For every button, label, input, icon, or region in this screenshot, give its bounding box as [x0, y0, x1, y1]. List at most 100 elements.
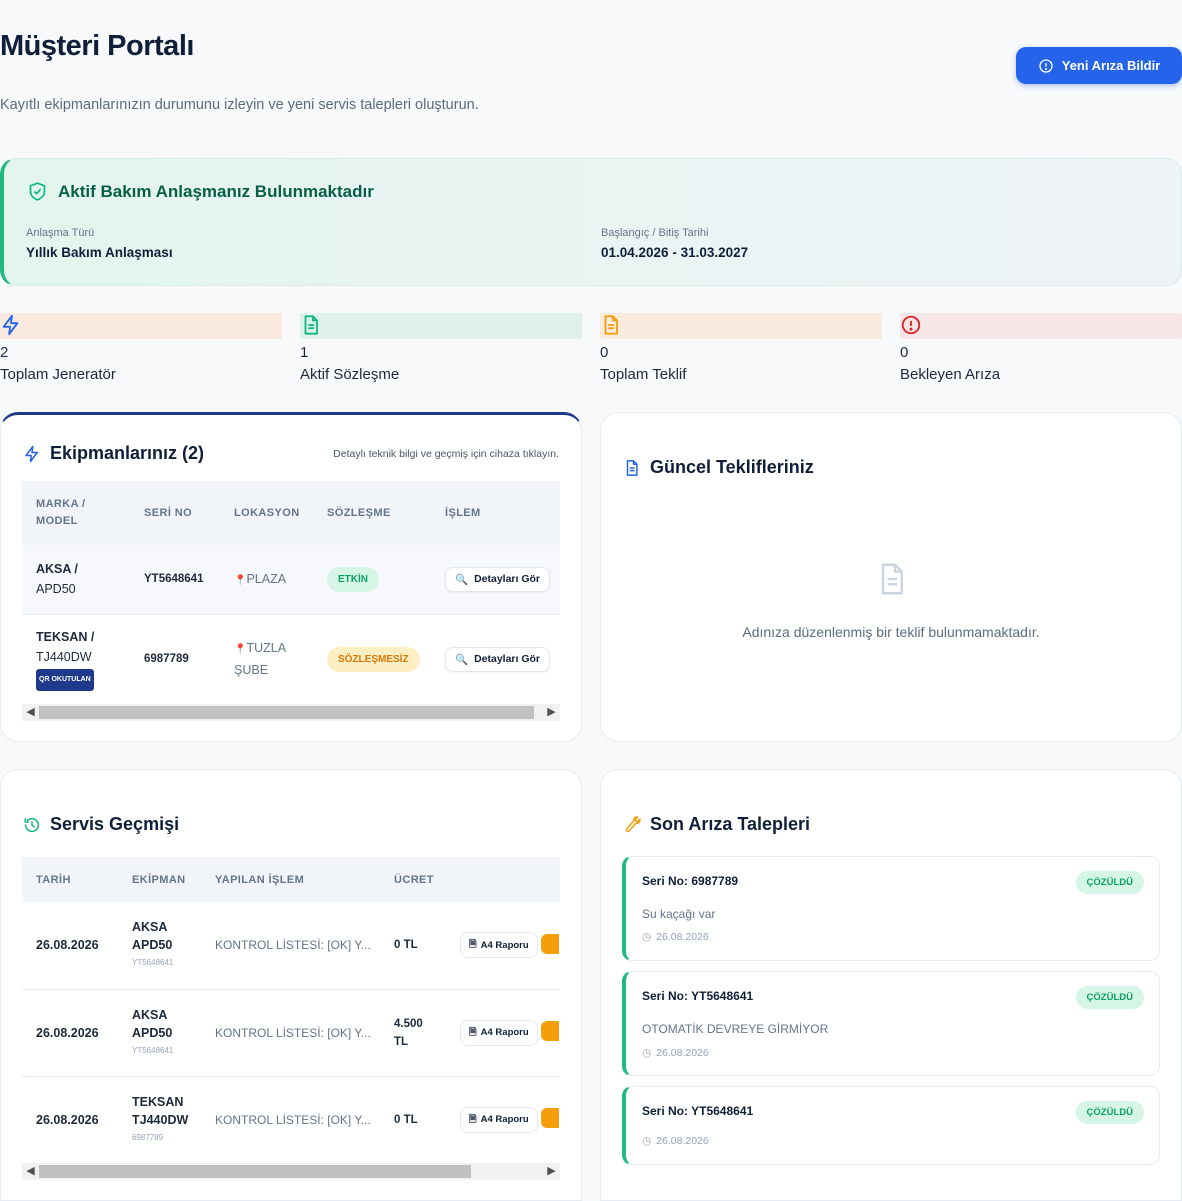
status-badge: SÖZLEŞMESİZ	[327, 646, 420, 672]
brand: TEKSAN	[132, 1094, 184, 1109]
stat-bar	[0, 313, 282, 339]
scroll-right-icon[interactable]: ▶	[543, 1163, 560, 1180]
horizontal-scrollbar[interactable]: ◀ ▶	[22, 1163, 560, 1180]
serial: YT5648641	[132, 1045, 174, 1055]
equipment-cell: AKSA APD50 YT5648641	[118, 902, 201, 989]
scroll-left-icon[interactable]: ◀	[22, 1163, 39, 1180]
table-header-row: TARİH EKİPMAN YAPILAN İŞLEM ÜCRET	[22, 857, 560, 902]
brand-model-cell: TEKSAN / TJ440DW QR OKUTULAN	[22, 614, 130, 704]
column-header: SÖZLEŞME	[327, 507, 391, 519]
model: APD50	[36, 582, 76, 597]
bolt-icon	[2, 314, 19, 336]
contract-cell: SÖZLEŞMESİZ	[313, 614, 431, 704]
table-row[interactable]: TEKSAN / TJ440DW QR OKUTULAN 6987789 📍TU…	[22, 614, 560, 704]
fault-item[interactable]: Seri No: YT5648641 ÇÖZÜLDÜ OTOMATİK DEVR…	[622, 971, 1160, 1076]
service-history-title: Servis Geçmişi	[50, 814, 180, 834]
fault-requests-title: Son Arıza Talepleri	[650, 814, 811, 834]
date-cell: 26.08.2026	[36, 938, 99, 953]
horizontal-scrollbar[interactable]: ◀ ▶	[22, 704, 560, 721]
service-table-wrapper: TARİH EKİPMAN YAPILAN İŞLEM ÜCRET 26.08.…	[22, 857, 560, 1163]
fault-requests-heading: Son Arıza Talepleri	[623, 814, 810, 835]
scroll-right-icon[interactable]: ▶	[543, 704, 560, 721]
stat-value: 0	[900, 344, 909, 361]
a4-report-button[interactable]: 🗎 A4 Raporu	[460, 1106, 538, 1133]
stat-label: Bekleyen Arıza	[900, 366, 1001, 383]
report-cell: 🗎 A4 Raporu	[446, 989, 560, 1076]
serial: YT5648641	[132, 958, 174, 968]
stat-bar	[900, 313, 1182, 339]
model: APD50	[132, 938, 173, 953]
table-row: 26.08.2026 TEKSAN TJ440DW 6987789 KONTRO…	[22, 1076, 560, 1163]
table-row[interactable]: AKSA / APD50 YT5648641 📍PLAZA ETKİN 🔍 De…	[22, 545, 560, 614]
scroll-thumb[interactable]	[39, 706, 534, 719]
offers-empty-text: Adınıza düzenlenmiş bir teklif bulunmama…	[742, 624, 1040, 640]
a4-report-button[interactable]: 🗎 A4 Raporu	[460, 1019, 538, 1046]
alert-circle-icon	[1039, 58, 1053, 73]
equipment-cell: AKSA APD50 YT5648641	[118, 989, 201, 1076]
pdf-button[interactable]	[541, 1108, 560, 1129]
column-header: SERİ NO	[144, 507, 193, 519]
agreement-dates-label: Başlangıç / Bitiş Tarihi	[601, 227, 709, 239]
stat-label: Toplam Jeneratör	[0, 366, 116, 383]
fault-date-row: ◷ 26.08.2026	[642, 1135, 709, 1147]
work-cell: KONTROL LİSTESİ: [OK] Y...	[215, 1112, 371, 1127]
fault-item[interactable]: Seri No: YT5648641 ÇÖZÜLDÜ ◷ 26.08.2026	[622, 1086, 1160, 1165]
alert-circle-icon	[901, 315, 921, 335]
fault-description: OTOMATİK DEVREYE GİRMİYOR	[642, 1022, 829, 1036]
details-label: Detayları Gör	[474, 653, 541, 666]
agreement-type: Anlaşma Türü Yıllık Bakım Anlaşması	[26, 227, 173, 260]
serial: 6987789	[132, 1132, 164, 1142]
pdf-button[interactable]	[541, 933, 560, 954]
report-cell: 🗎 A4 Raporu	[446, 902, 560, 989]
agreement-type-value: Yıllık Bakım Anlaşması	[26, 245, 173, 260]
new-fault-report-label: Yeni Arıza Bildir	[1061, 58, 1161, 73]
stat-value: 1	[300, 344, 309, 361]
report-label: A4 Raporu	[480, 1027, 529, 1038]
scroll-thumb[interactable]	[39, 1165, 471, 1178]
stat-value: 0	[600, 344, 609, 361]
details-button[interactable]: 🔍 Detayları Gör	[445, 646, 551, 672]
stat-generators: 2 Toplam Jeneratör	[0, 313, 282, 383]
bolt-icon	[25, 445, 38, 462]
fault-item[interactable]: Seri No: 6987789 ÇÖZÜLDÜ Su kaçağı var ◷…	[622, 856, 1160, 961]
details-button[interactable]: 🔍 Detayları Gör	[445, 566, 551, 592]
brand: AKSA	[132, 920, 168, 935]
file-icon: 🗎	[469, 939, 477, 951]
stat-label: Aktif Sözleşme	[300, 366, 400, 383]
contract-cell: ETKİN	[313, 545, 431, 614]
agreement-title: Aktif Bakım Anlaşmanız Bulunmaktadır	[58, 181, 374, 201]
stat-pending-faults: 0 Bekleyen Arıza	[900, 313, 1182, 383]
clock-icon: ◷	[642, 1047, 652, 1059]
price-cell: 0 TL	[394, 939, 418, 952]
column-header: ÜCRET	[394, 873, 434, 886]
date-cell: 26.08.2026	[36, 1025, 99, 1040]
status-badge: ÇÖZÜLDÜ	[1075, 986, 1144, 1009]
page-title: Müşteri Portalı	[0, 30, 194, 62]
fault-requests-card: Son Arıza Talepleri Seri No: 6987789 ÇÖZ…	[600, 769, 1182, 1201]
document-icon	[604, 315, 618, 335]
report-cell: 🗎 A4 Raporu	[446, 1076, 560, 1163]
agreement-dates-value: 01.04.2026 - 31.03.2027	[601, 245, 749, 260]
column-header: LOKASYON	[234, 507, 300, 519]
price-cell: 0 TL	[394, 1113, 418, 1126]
history-icon	[24, 817, 40, 832]
report-label: A4 Raporu	[480, 939, 529, 951]
page-subtitle: Kayıtlı ekipmanlarınızın durumunu izleyi…	[0, 97, 479, 113]
pin-icon: 📍	[234, 644, 247, 656]
new-fault-report-button[interactable]: Yeni Arıza Bildir	[1016, 47, 1182, 84]
offers-title: Güncel Teklifleriniz	[650, 457, 814, 477]
stat-contracts: 1 Aktif Sözleşme	[300, 313, 582, 383]
scroll-left-icon[interactable]: ◀	[22, 704, 39, 721]
fault-serial: Seri No: 6987789	[642, 874, 739, 888]
model: TJ440DW	[36, 650, 92, 665]
a4-report-button[interactable]: 🗎 A4 Raporu	[460, 932, 538, 959]
pin-icon: 📍	[234, 575, 247, 587]
equipment-title: Ekipmanlarınız (2)	[50, 443, 205, 463]
column-header: TARİH	[36, 873, 71, 886]
pdf-button[interactable]	[541, 1021, 560, 1042]
table-header-row: MARKA / MODEL SERİ NO LOKASYON SÖZLEŞME …	[22, 481, 560, 545]
serial-cell: 6987789	[144, 653, 189, 666]
column-header: MARKA / MODEL	[36, 498, 86, 527]
file-icon: 🗎	[469, 1113, 477, 1125]
fault-serial: Seri No: YT5648641	[642, 1104, 754, 1118]
